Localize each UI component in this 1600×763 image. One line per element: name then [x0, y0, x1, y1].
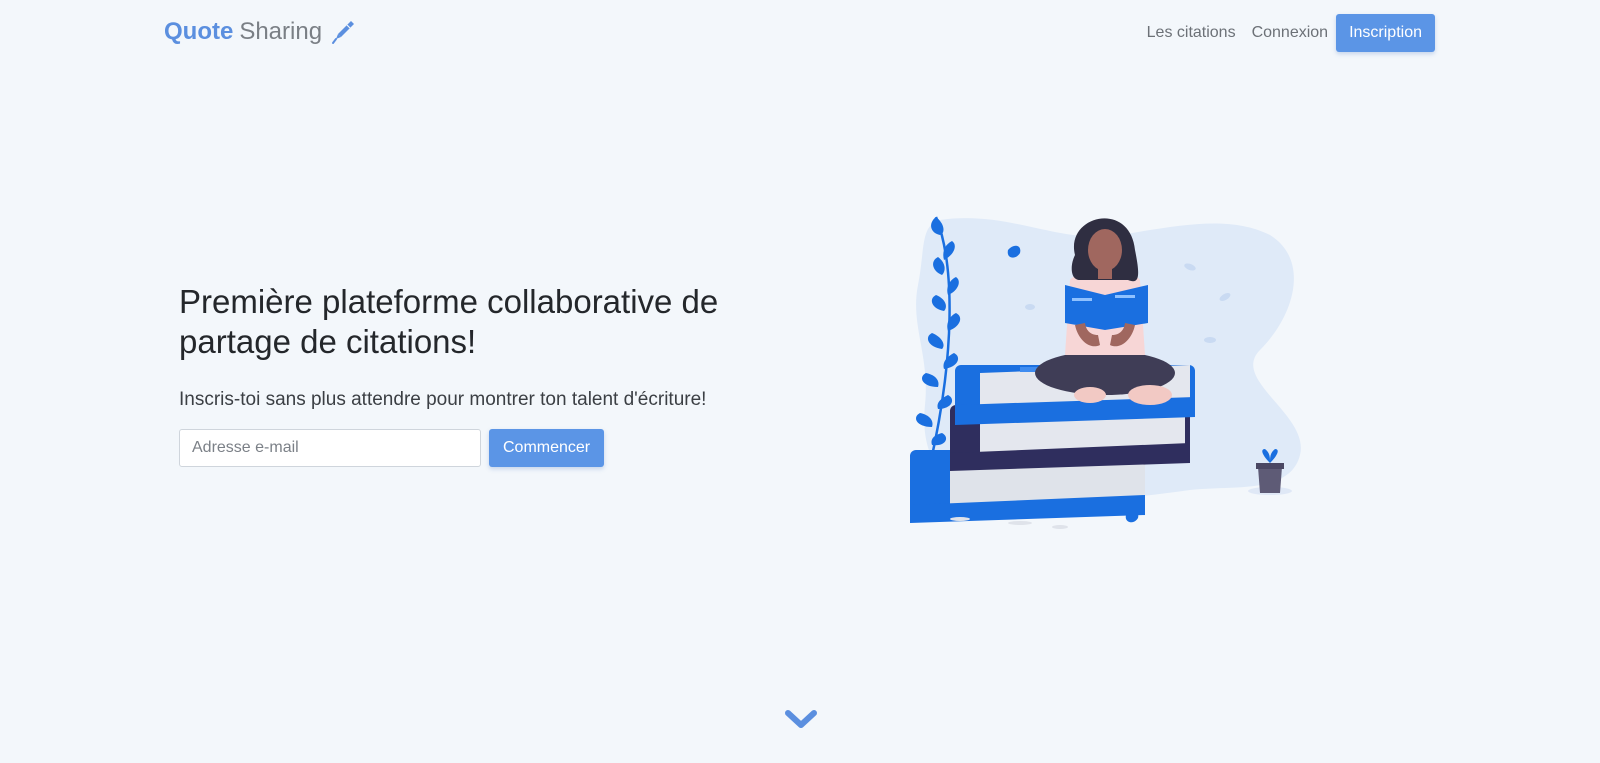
signup-button[interactable]: Inscription	[1336, 14, 1435, 52]
chevron-down-icon[interactable]	[784, 709, 818, 733]
hero-section: Première plateforme collaborative de par…	[179, 282, 739, 467]
email-field[interactable]	[179, 429, 481, 467]
nav-link-citations[interactable]: Les citations	[1139, 14, 1244, 52]
brand-logo[interactable]: Quote Sharing	[164, 14, 356, 50]
hero-title: Première plateforme collaborative de par…	[179, 283, 719, 360]
navbar: Quote Sharing Les citations Connexion In…	[0, 0, 1600, 70]
nav-links: Les citations Connexion Inscription	[1139, 14, 1435, 52]
start-button[interactable]: Commencer	[489, 429, 605, 467]
woman-reading-on-books-illustration	[900, 205, 1340, 550]
pen-icon	[330, 19, 356, 45]
brand-name-quote: Quote	[164, 18, 234, 45]
nav-link-login[interactable]: Connexion	[1244, 14, 1337, 52]
brand-name-sharing: Sharing	[239, 18, 323, 45]
hero-subtitle: Inscris-toi sans plus attendre pour mont…	[179, 389, 707, 410]
signup-form: Commencer	[179, 429, 739, 467]
